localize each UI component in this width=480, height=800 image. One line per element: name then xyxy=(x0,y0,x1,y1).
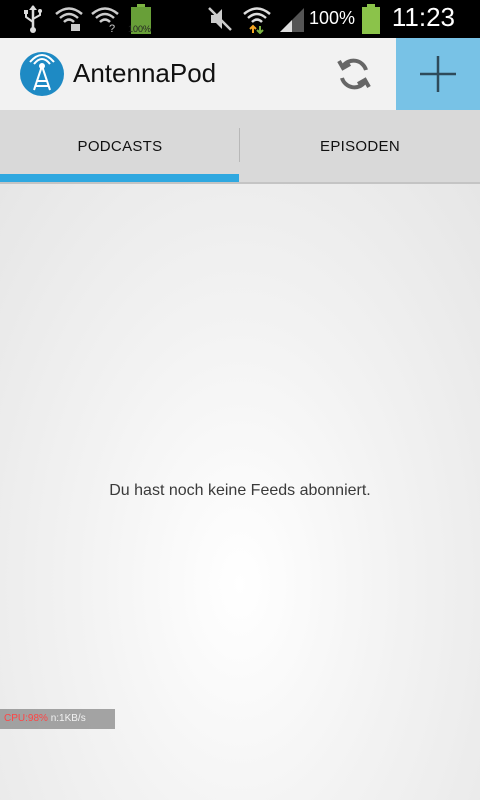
refresh-icon xyxy=(337,58,371,90)
usb-icon xyxy=(24,5,42,33)
wifi-lock-icon xyxy=(55,7,83,31)
cpu-overlay: CPU:98% n:1KB/s xyxy=(0,709,115,729)
add-icon xyxy=(420,56,456,92)
wifi-question-icon: ? xyxy=(91,7,119,34)
tab-episodes[interactable]: EPISODEN xyxy=(240,110,480,182)
refresh-button[interactable] xyxy=(326,50,382,98)
antennapod-logo-icon[interactable] xyxy=(20,52,64,96)
signal-icon xyxy=(280,8,304,32)
clock: 11:23 xyxy=(391,2,455,32)
battery-percent: 100% xyxy=(309,8,356,28)
content-area: Du hast noch keine Feeds abonniert. xyxy=(0,184,480,800)
battery-icon xyxy=(362,4,380,34)
tab-bar: PODCASTS EPISODEN xyxy=(0,110,480,184)
status-bar: ? 100% 100% 11:23 xyxy=(0,0,480,38)
mute-icon xyxy=(208,7,232,31)
tab-selected-indicator xyxy=(0,174,239,182)
wifi-data-icon xyxy=(243,7,271,34)
add-feed-button[interactable] xyxy=(396,38,480,110)
empty-feed-message: Du hast noch keine Feeds abonniert. xyxy=(109,482,371,499)
small-battery-label: 100% xyxy=(128,24,152,34)
cpu-usage: CPU:98% xyxy=(4,713,48,724)
network-usage: n:1KB/s xyxy=(50,713,86,724)
app-title: AntennaPod xyxy=(73,58,217,88)
svg-text:?: ? xyxy=(109,23,115,34)
action-bar: AntennaPod xyxy=(0,38,480,111)
tab-podcasts[interactable]: PODCASTS xyxy=(0,110,240,182)
